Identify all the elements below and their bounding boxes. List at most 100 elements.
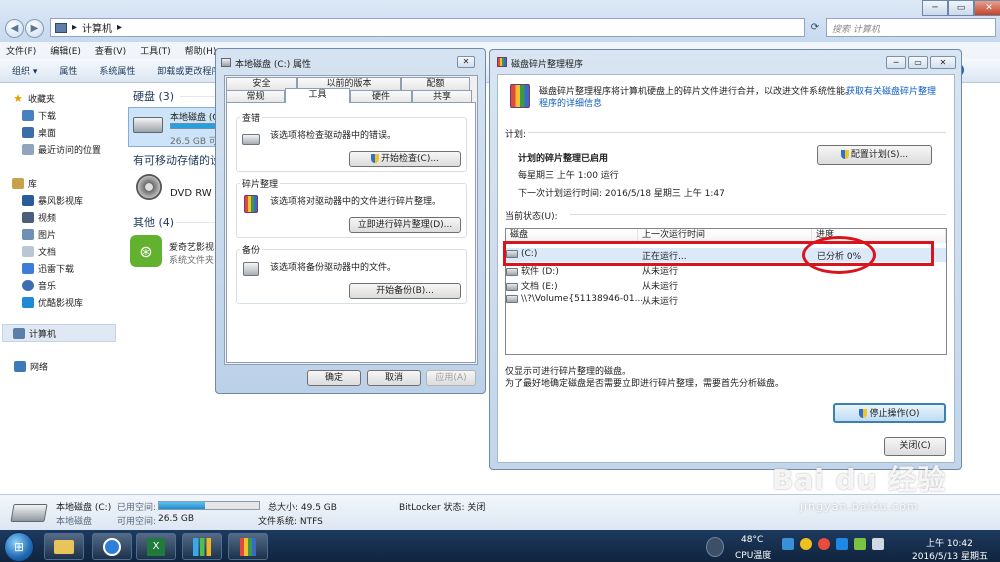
sidebar-item-documents[interactable]: 文档	[22, 245, 56, 258]
group-header-removable[interactable]: 有可移动存储的设	[133, 152, 221, 168]
sidebar-item-desktop[interactable]: 桌面	[22, 126, 56, 139]
row-disk: 软件 (D:)	[521, 267, 559, 277]
chart-app-taskbar-icon[interactable]	[182, 533, 222, 560]
xunlei-download-icon	[22, 263, 34, 274]
sidebar-item-youku[interactable]: 优酷影视库	[22, 296, 83, 309]
section-divider	[570, 214, 946, 215]
search-input[interactable]: 搜索 计算机	[826, 18, 996, 37]
close-icon[interactable]: ✕	[974, 0, 1000, 16]
section-divider	[528, 132, 946, 133]
minimize-icon[interactable]: ─	[922, 0, 948, 16]
tray-app-icon[interactable]	[782, 538, 794, 550]
menu-tools[interactable]: 工具(T)	[140, 44, 171, 57]
properties-title: 本地磁盘 (C:) 属性	[235, 60, 312, 70]
close-icon[interactable]: ✕	[457, 56, 475, 68]
start-check-button[interactable]: 开始检查(C)...	[349, 151, 461, 167]
apply-button[interactable]: 应用(A)	[426, 370, 476, 386]
defrag-title: 磁盘碎片整理程序	[511, 60, 584, 70]
iqiyi-name[interactable]: 爱奇艺影视	[169, 240, 214, 253]
sidebar-item-videos[interactable]: 视频	[22, 211, 56, 224]
ok-button[interactable]: 确定	[307, 370, 361, 386]
close-icon[interactable]: ✕	[930, 56, 956, 69]
tab-quota[interactable]: 配额	[401, 77, 470, 90]
note-analyze-first: 为了最好地确定磁盘是否需要立即进行碎片整理，需要首先分析磁盘。	[505, 379, 785, 389]
menu-view[interactable]: 查看(V)	[95, 44, 126, 57]
sidebar-item-computer[interactable]: 计算机	[2, 324, 116, 342]
tray-app-icon[interactable]	[836, 538, 848, 550]
system-properties-button[interactable]: 系统属性	[99, 64, 135, 77]
address-bar[interactable]: ▸ 计算机 ▸	[50, 18, 805, 37]
menu-file[interactable]: 文件(F)	[6, 44, 36, 57]
start-button[interactable]: ⊞	[4, 532, 34, 562]
sidebar-item-music[interactable]: 音乐	[22, 279, 56, 292]
status-used-label: 已用空间:	[117, 503, 157, 513]
sidebar-item-recent[interactable]: 最近访问的位置	[22, 143, 101, 156]
back-arrow-icon[interactable]: ◀	[5, 19, 24, 38]
sidebar-item-baofeng[interactable]: 暴风影视库	[22, 194, 83, 207]
minimize-icon[interactable]: ─	[886, 56, 906, 69]
hard-drive-icon	[133, 117, 163, 133]
backup-title: 备份	[240, 243, 263, 256]
start-backup-button[interactable]: 开始备份(B)...	[349, 283, 461, 299]
sogou-taskbar-icon[interactable]	[92, 533, 132, 560]
menu-edit[interactable]: 编辑(E)	[50, 44, 81, 57]
menu-help[interactable]: 帮助(H)	[185, 44, 217, 57]
status-drive-type: 本地磁盘	[56, 517, 93, 527]
clock-date[interactable]: 2016/5/13 星期五	[912, 549, 988, 562]
volume-icon[interactable]	[872, 538, 884, 550]
iqiyi-icon: ⊛	[130, 235, 162, 267]
defrag-icon	[240, 537, 256, 556]
close-button[interactable]: 关闭(C)	[884, 437, 946, 456]
defrag-title-icon	[497, 57, 507, 67]
network-tray-icon[interactable]	[854, 538, 866, 550]
drive-title-icon	[221, 58, 231, 67]
current-status-label: 当前状态(U):	[505, 212, 558, 222]
sidebar-label: 文档	[38, 248, 57, 258]
sidebar-item-pictures[interactable]: 图片	[22, 228, 56, 241]
defrag-taskbar-icon[interactable]	[228, 533, 268, 560]
explorer-taskbar-icon[interactable]	[44, 533, 84, 560]
excel-icon: X	[147, 537, 165, 556]
excel-taskbar-icon[interactable]: X	[136, 533, 176, 560]
group-header-hdd[interactable]: 硬盘 (3)	[133, 88, 174, 104]
defrag-help-link-part1[interactable]: 获取有关磁盘碎片整理	[846, 84, 936, 97]
stop-operation-button[interactable]: 停止操作(O)	[833, 403, 946, 423]
defrag-help-link-part2[interactable]: 程序的详细信息	[539, 96, 602, 109]
configure-schedule-button[interactable]: 配置计划(S)...	[817, 145, 932, 165]
table-row[interactable]: 软件 (D:)	[506, 264, 559, 278]
sidebar-favorites[interactable]: ★ 收藏夹	[12, 92, 55, 105]
properties-button[interactable]: 属性	[59, 64, 77, 77]
breadcrumb-chevron-icon: ▸	[117, 22, 123, 33]
group-header-other[interactable]: 其他 (4)	[133, 214, 174, 230]
desktop-icon	[22, 127, 34, 138]
picture-library-icon	[22, 229, 34, 240]
table-row[interactable]: \\?\Volume{51138946-01...	[506, 294, 643, 308]
qq-icon[interactable]	[800, 538, 812, 550]
maximize-icon[interactable]: ▭	[908, 56, 928, 69]
sidebar-item-downloads[interactable]: 下载	[22, 109, 56, 122]
maximize-icon[interactable]: ▭	[948, 0, 974, 16]
schedule-enabled: 计划的碎片整理已启用	[518, 154, 609, 164]
button-label: 开始检查(C)...	[381, 154, 439, 164]
table-row[interactable]: 文档 (E:)	[506, 279, 558, 293]
sidebar-libraries[interactable]: 库	[12, 177, 37, 190]
row-last-run: 从未运行	[642, 282, 679, 292]
sidebar-item-xunlei[interactable]: 迅雷下载	[22, 262, 74, 275]
clock-time[interactable]: 上午 10:42	[926, 536, 973, 549]
defrag-now-button[interactable]: 立即进行碎片整理(D)...	[349, 217, 461, 233]
folder-icon	[54, 539, 74, 554]
cancel-button[interactable]: 取消	[367, 370, 421, 386]
breadcrumb[interactable]: 计算机	[82, 20, 112, 35]
sidebar-label: 网络	[30, 363, 49, 373]
refresh-icon[interactable]: ⟳	[807, 18, 823, 37]
forward-arrow-icon[interactable]: ▶	[25, 19, 44, 38]
tab-tools[interactable]: 工具	[285, 88, 350, 103]
chart-icon	[193, 537, 211, 556]
sidebar-item-network[interactable]: 网络	[14, 360, 48, 373]
organize-button[interactable]: 组织 ▾	[12, 64, 37, 77]
download-folder-icon	[22, 110, 34, 121]
sidebar-computer-row: 计算机	[13, 327, 56, 340]
tray-app-icon[interactable]	[818, 538, 830, 550]
uninstall-button[interactable]: 卸载或更改程序	[157, 64, 220, 77]
sidebar-label: 视频	[38, 214, 57, 224]
